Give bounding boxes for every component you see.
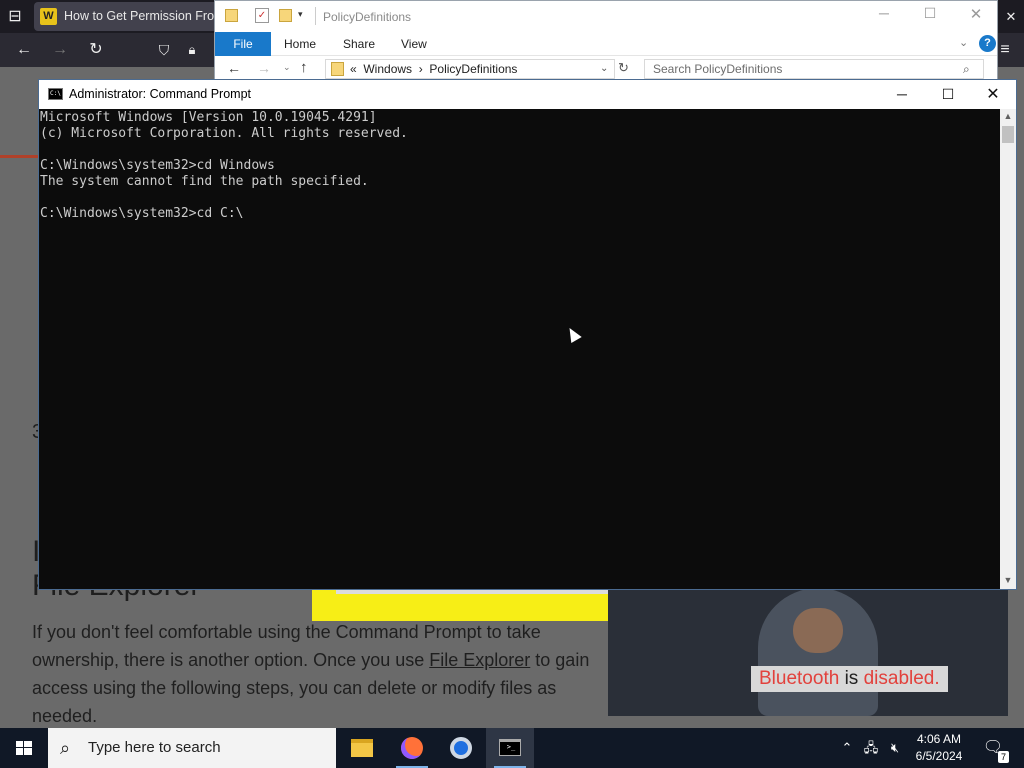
cmd-app-icon: C:\ (48, 88, 63, 100)
explorer-title-bar: ✓ ▾ PolicyDefinitions ─ ☐ ✕ (215, 1, 997, 32)
cmd-console[interactable]: Microsoft Windows [Version 10.0.19045.42… (39, 109, 1000, 589)
console-input-line[interactable]: C:\Windows\system32>cd C:\ (40, 206, 1000, 222)
windows-logo-pane (24, 741, 32, 747)
scroll-up-icon[interactable]: ▲ (1000, 109, 1016, 123)
close-icon[interactable]: ✕ (1000, 0, 1022, 33)
explorer-ribbon: File Home Share View ⌄ ? (215, 32, 997, 56)
search-placeholder: Search PolicyDefinitions (653, 62, 783, 76)
path-overflow[interactable]: « (350, 62, 357, 76)
ribbon-tab-share[interactable]: Share (343, 32, 375, 56)
up-icon[interactable]: ↑ (300, 59, 308, 76)
maximize-button[interactable]: ☐ (925, 80, 971, 109)
path-segment-windows[interactable]: Windows (363, 62, 412, 76)
cmd-title-bar[interactable]: C:\ Administrator: Command Prompt ─ ☐ ✕ (39, 80, 1016, 109)
taskbar-search-placeholder: Type here to search (88, 739, 221, 756)
forward-icon[interactable]: → (49, 33, 71, 67)
windows-logo-icon (16, 741, 23, 747)
chrome-icon (450, 737, 472, 759)
search-icon: ⌕ (963, 62, 970, 76)
caption-word-1: Bluetooth (759, 668, 840, 689)
console-line: The system cannot find the path specifie… (40, 174, 369, 189)
ribbon-tab-file[interactable]: File (215, 32, 271, 56)
cmd-scrollbar[interactable]: ▲ ▼ (1000, 109, 1016, 589)
back-icon[interactable]: ← (13, 33, 35, 67)
network-icon[interactable]: 🖧︎ (861, 728, 881, 768)
taskbar-chrome[interactable] (437, 728, 485, 768)
properties-icon[interactable]: ✓ (255, 8, 269, 23)
explorer-title: PolicyDefinitions (323, 10, 412, 24)
new-folder-icon[interactable] (279, 9, 292, 22)
site-logo-icon: W (40, 8, 57, 25)
caption-word-2: is (844, 668, 859, 689)
show-hidden-icons-icon[interactable]: ⌃ (838, 728, 856, 768)
minimize-button[interactable]: ─ (879, 80, 925, 109)
video-ad[interactable]: Bluetooth is disabled. (608, 588, 1008, 716)
recent-locations-icon[interactable]: ⌄ (283, 62, 291, 73)
header-underline (0, 155, 38, 158)
back-icon[interactable]: ← (227, 60, 241, 76)
windows-logo-pane (24, 748, 32, 755)
taskbar: ⌕ Type here to search >_ ⌃ 🖧︎ 🔇︎ 4:06 AM… (0, 728, 1024, 768)
folder-icon (225, 9, 238, 22)
explorer-search-input[interactable]: Search PolicyDefinitions ⌕ (644, 59, 984, 79)
file-explorer-window: ✓ ▾ PolicyDefinitions ─ ☐ ✕ File Home Sh… (214, 0, 998, 81)
caption-word-3: disabled. (863, 668, 940, 689)
expand-ribbon-icon[interactable]: ⌄ (959, 36, 968, 49)
search-icon: ⌕ (60, 738, 71, 758)
address-bar[interactable]: « Windows › PolicyDefinitions ⌄ (325, 59, 615, 79)
mouse-cursor-icon (564, 324, 582, 344)
title-divider (315, 7, 316, 25)
taskbar-file-explorer[interactable] (338, 728, 386, 768)
ribbon-tab-home[interactable]: Home (284, 32, 316, 56)
cmd-title: Administrator: Command Prompt (69, 87, 252, 101)
file-explorer-link[interactable]: File Explorer (429, 650, 530, 670)
taskbar-clock[interactable]: 4:06 AM 6/5/2024 (900, 730, 978, 766)
ribbon-tab-view[interactable]: View (401, 32, 427, 56)
video-face (793, 608, 843, 653)
maximize-icon[interactable]: ☐ (915, 5, 945, 22)
video-caption: Bluetooth is disabled. (751, 666, 948, 692)
article-paragraph: If you don't feel comfortable using the … (32, 618, 608, 728)
notification-count: 7 (998, 751, 1009, 763)
taskbar-command-prompt[interactable]: >_ (486, 728, 534, 768)
browser-tab[interactable]: W How to Get Permission From (34, 2, 219, 31)
taskbar-firefox[interactable] (388, 728, 436, 768)
lock-icon[interactable]: 🔒︎ (181, 33, 203, 67)
clock-date: 6/5/2024 (915, 749, 963, 763)
close-button[interactable]: ✕ (970, 80, 1016, 109)
console-line: Microsoft Windows [Version 10.0.19045.42… (40, 110, 377, 125)
command-prompt-window[interactable]: C:\ Administrator: Command Prompt ─ ☐ ✕ … (38, 79, 1017, 590)
scroll-down-icon[interactable]: ▼ (1000, 573, 1016, 587)
reload-icon[interactable]: ↻ (85, 33, 107, 67)
tab-list-icon[interactable]: ⊟ (4, 0, 26, 33)
refresh-icon[interactable]: ↻ (618, 60, 629, 76)
browser-tab-title: How to Get Permission From (64, 9, 219, 23)
scrollbar-thumb[interactable] (1002, 126, 1014, 143)
address-dropdown-icon[interactable]: ⌄ (600, 60, 608, 78)
explorer-address-row: ← → ⌄ ↑ « Windows › PolicyDefinitions ⌄ … (215, 56, 997, 81)
firefox-icon (401, 737, 423, 759)
quick-access-dropdown-icon[interactable]: ▾ (298, 9, 303, 20)
clock-time: 4:06 AM (916, 732, 962, 746)
close-icon[interactable]: ✕ (961, 5, 991, 23)
windows-logo-pane (16, 748, 23, 755)
minimize-icon[interactable]: ─ (869, 5, 899, 21)
help-icon[interactable]: ? (979, 35, 996, 52)
shield-icon[interactable]: ⛉ (153, 33, 175, 67)
cmd-icon: >_ (499, 739, 521, 756)
file-explorer-icon (351, 739, 373, 757)
folder-icon (331, 62, 344, 76)
start-button[interactable] (0, 728, 48, 768)
path-segment-policydefinitions[interactable]: PolicyDefinitions (429, 62, 517, 76)
taskbar-search-input[interactable]: ⌕ Type here to search (48, 728, 336, 768)
console-line: (c) Microsoft Corporation. All rights re… (40, 126, 408, 141)
console-line: C:\Windows\system32>cd Windows (40, 158, 275, 173)
forward-icon[interactable]: → (257, 60, 271, 76)
